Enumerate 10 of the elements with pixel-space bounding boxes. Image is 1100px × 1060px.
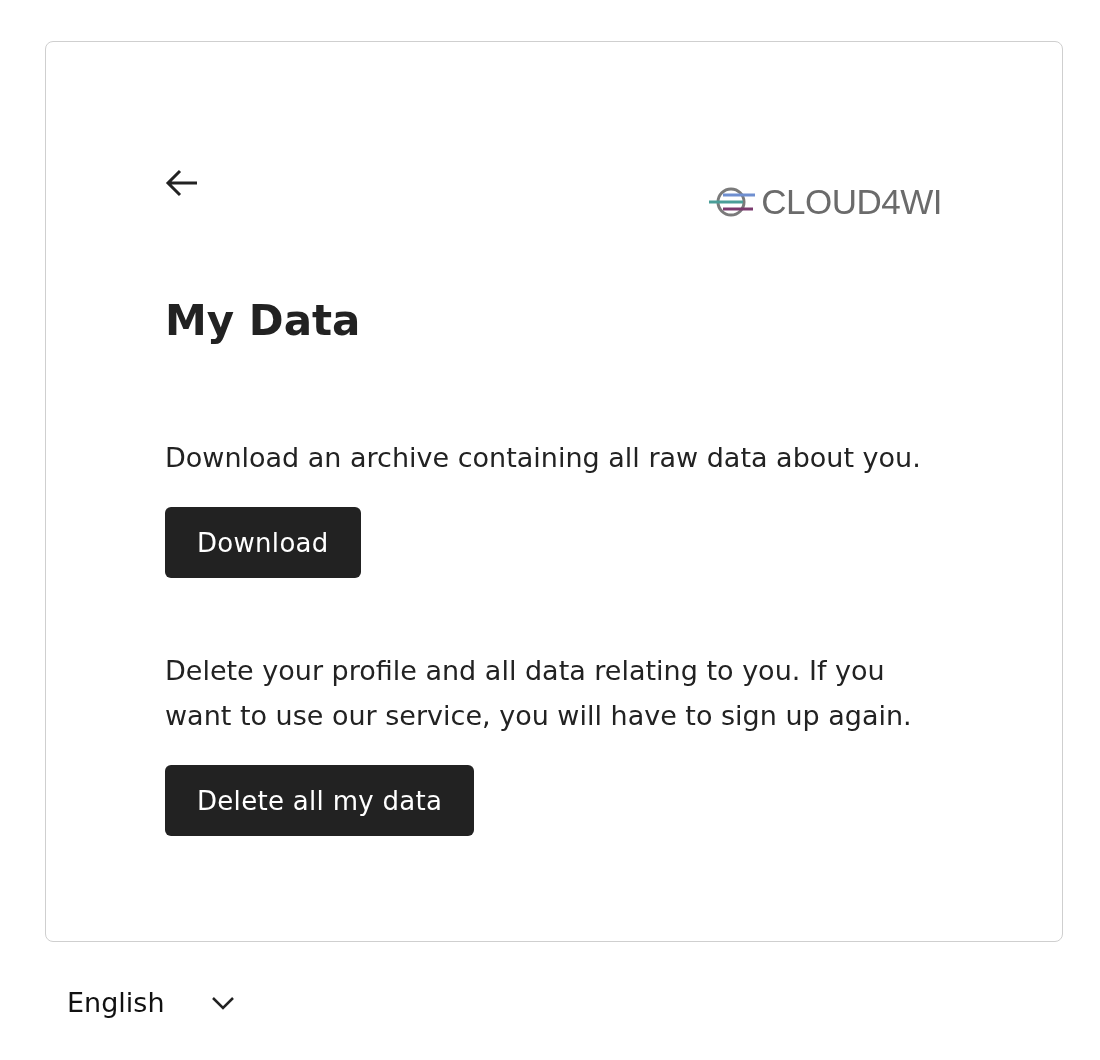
page-title: My Data — [165, 295, 362, 347]
download-button[interactable]: Download — [165, 507, 361, 578]
logo-text: CLOUD4WI — [761, 184, 942, 220]
section-description: Download an archive containing all raw data about you. — [165, 441, 921, 475]
section-description: Delete your profile and all data relating to you. If you want to use our service, you will have to sign up again. — [165, 654, 913, 733]
delete-button[interactable]: Delete all my data — [165, 765, 475, 836]
chevron-down-icon — [210, 996, 235, 1010]
back-arrow-icon[interactable] — [165, 168, 199, 198]
logo-icon — [709, 185, 758, 219]
language-select[interactable]: English — [67, 983, 235, 1023]
